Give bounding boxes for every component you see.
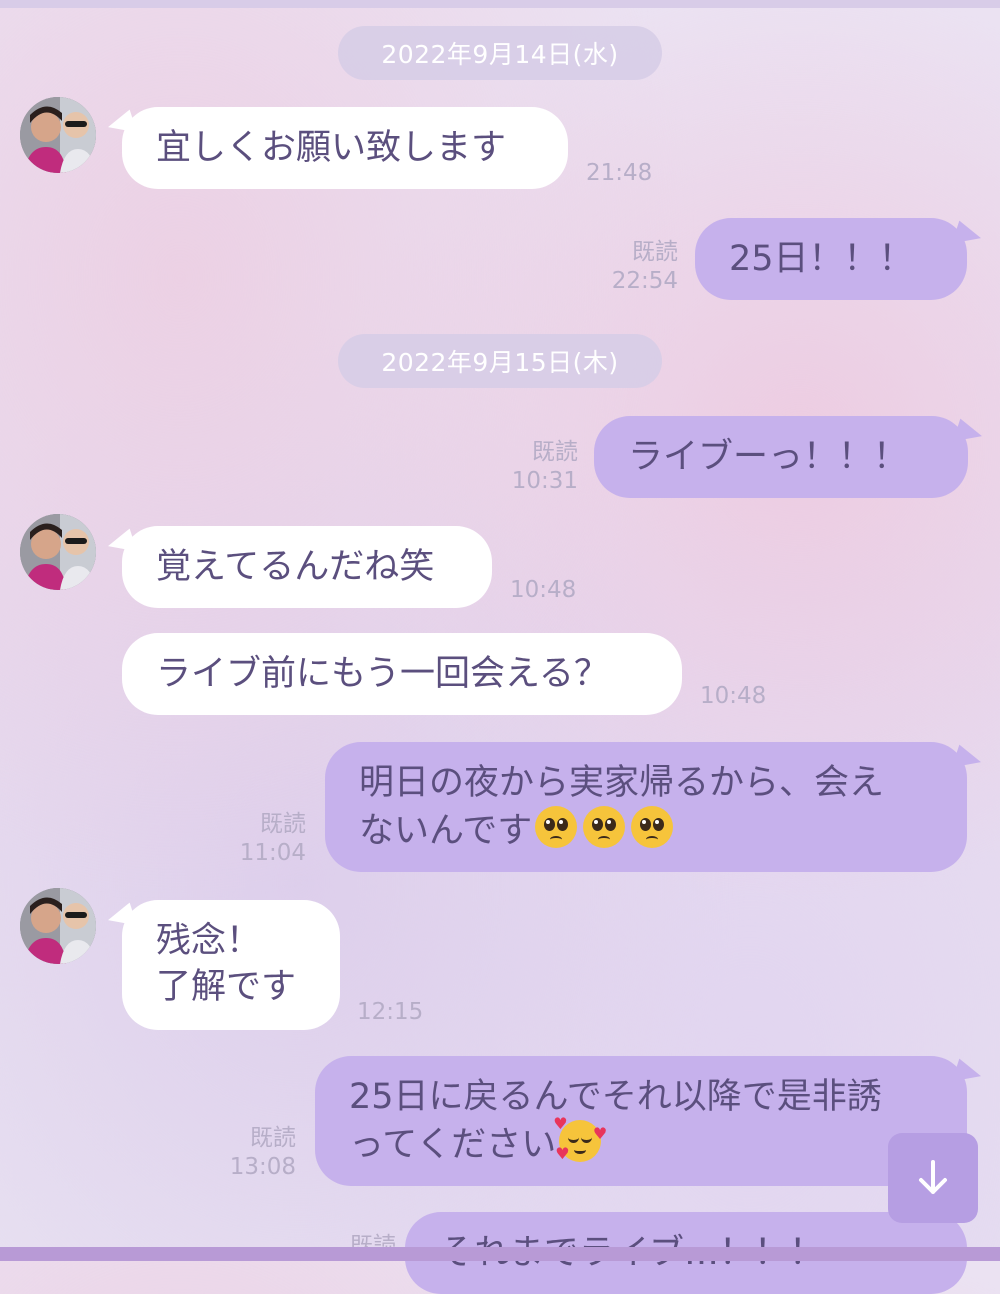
message-text-line: 了解です bbox=[156, 967, 297, 1007]
message-bubble-incoming[interactable]: ライブ前にもう一回会える？ bbox=[122, 633, 682, 715]
message-text-line-with-emoji: ってください ♥ ♥ ♥ bbox=[349, 1114, 933, 1168]
message-time: 10:31 bbox=[511, 468, 578, 494]
message-bubble-incoming[interactable]: 宜しくお願い致します bbox=[122, 107, 568, 189]
date-separator: 2022年9月15日(木) bbox=[338, 334, 662, 388]
message-time: 10:48 bbox=[700, 683, 767, 709]
message-text-line: ないんです bbox=[359, 811, 533, 851]
avatar-photo-icon bbox=[20, 888, 96, 964]
arrow-down-icon bbox=[919, 1160, 947, 1194]
message-text: 25日！！！ bbox=[729, 239, 914, 279]
message-text-line: 残念！ bbox=[156, 921, 262, 961]
message-text-line: 明日の夜から実家帰るから、会え bbox=[359, 763, 885, 803]
message-text: ライブーっ！！！ bbox=[628, 437, 909, 477]
message-bubble-outgoing[interactable]: 25日に戻るんでそれ以降で是非誘 ってください ♥ ♥ ♥ bbox=[315, 1056, 967, 1186]
date-separator: 2022年9月14日(水) bbox=[338, 26, 662, 80]
avatar[interactable] bbox=[20, 514, 96, 590]
bottom-edge-bar bbox=[0, 1247, 1000, 1261]
message-read-status: 既読 11:04 bbox=[228, 810, 306, 868]
message-time: 12:15 bbox=[357, 999, 424, 1025]
avatar-photo-icon bbox=[20, 97, 96, 173]
message-text-line: 25日に戻るんでそれ以降で是非誘 bbox=[349, 1077, 882, 1117]
message-text-line-with-emoji: ないんです bbox=[359, 806, 933, 854]
message-time: 13:08 bbox=[229, 1154, 296, 1180]
avatar-photo-icon bbox=[20, 514, 96, 590]
read-receipt: 既読 bbox=[532, 439, 578, 465]
message-read-status: 既読 13:08 bbox=[218, 1124, 296, 1182]
pleading-face-emoji-icon bbox=[631, 806, 674, 848]
avatar[interactable] bbox=[20, 97, 96, 173]
message-text: ライブ前にもう一回会える？ bbox=[156, 654, 609, 694]
message-time: 11:04 bbox=[239, 840, 306, 866]
message-bubble-outgoing[interactable]: ライブーっ！！！ bbox=[594, 416, 968, 498]
message-read-status: 既読 10:31 bbox=[500, 438, 578, 496]
read-receipt: 既読 bbox=[260, 811, 306, 837]
pleading-face-emoji-icon bbox=[535, 806, 578, 848]
smiling-face-with-hearts-emoji-icon: ♥ ♥ ♥ bbox=[553, 1114, 608, 1163]
message-bubble-outgoing[interactable]: 25日！！！ bbox=[695, 218, 967, 300]
message-time: 10:48 bbox=[510, 577, 577, 603]
read-receipt: 既読 bbox=[632, 239, 678, 265]
scroll-to-bottom-button[interactable] bbox=[888, 1133, 978, 1223]
message-bubble-incoming[interactable]: 残念！ 了解です bbox=[122, 900, 340, 1030]
message-time: 21:48 bbox=[586, 160, 653, 186]
pleading-face-emoji-icon bbox=[583, 806, 626, 848]
message-time: 22:54 bbox=[611, 268, 678, 294]
message-read-status: 既読 22:54 bbox=[600, 238, 678, 296]
message-bubble-incoming[interactable]: 覚えてるんだね笑 bbox=[122, 526, 492, 608]
message-bubble-outgoing[interactable]: 明日の夜から実家帰るから、会え ないんです bbox=[325, 742, 967, 872]
status-bar bbox=[0, 0, 1000, 8]
message-text-line: ってください bbox=[349, 1125, 557, 1165]
read-receipt: 既読 bbox=[250, 1125, 296, 1151]
message-text: 宜しくお願い致します bbox=[156, 128, 507, 168]
message-text: 覚えてるんだね笑 bbox=[156, 547, 435, 587]
avatar[interactable] bbox=[20, 888, 96, 964]
